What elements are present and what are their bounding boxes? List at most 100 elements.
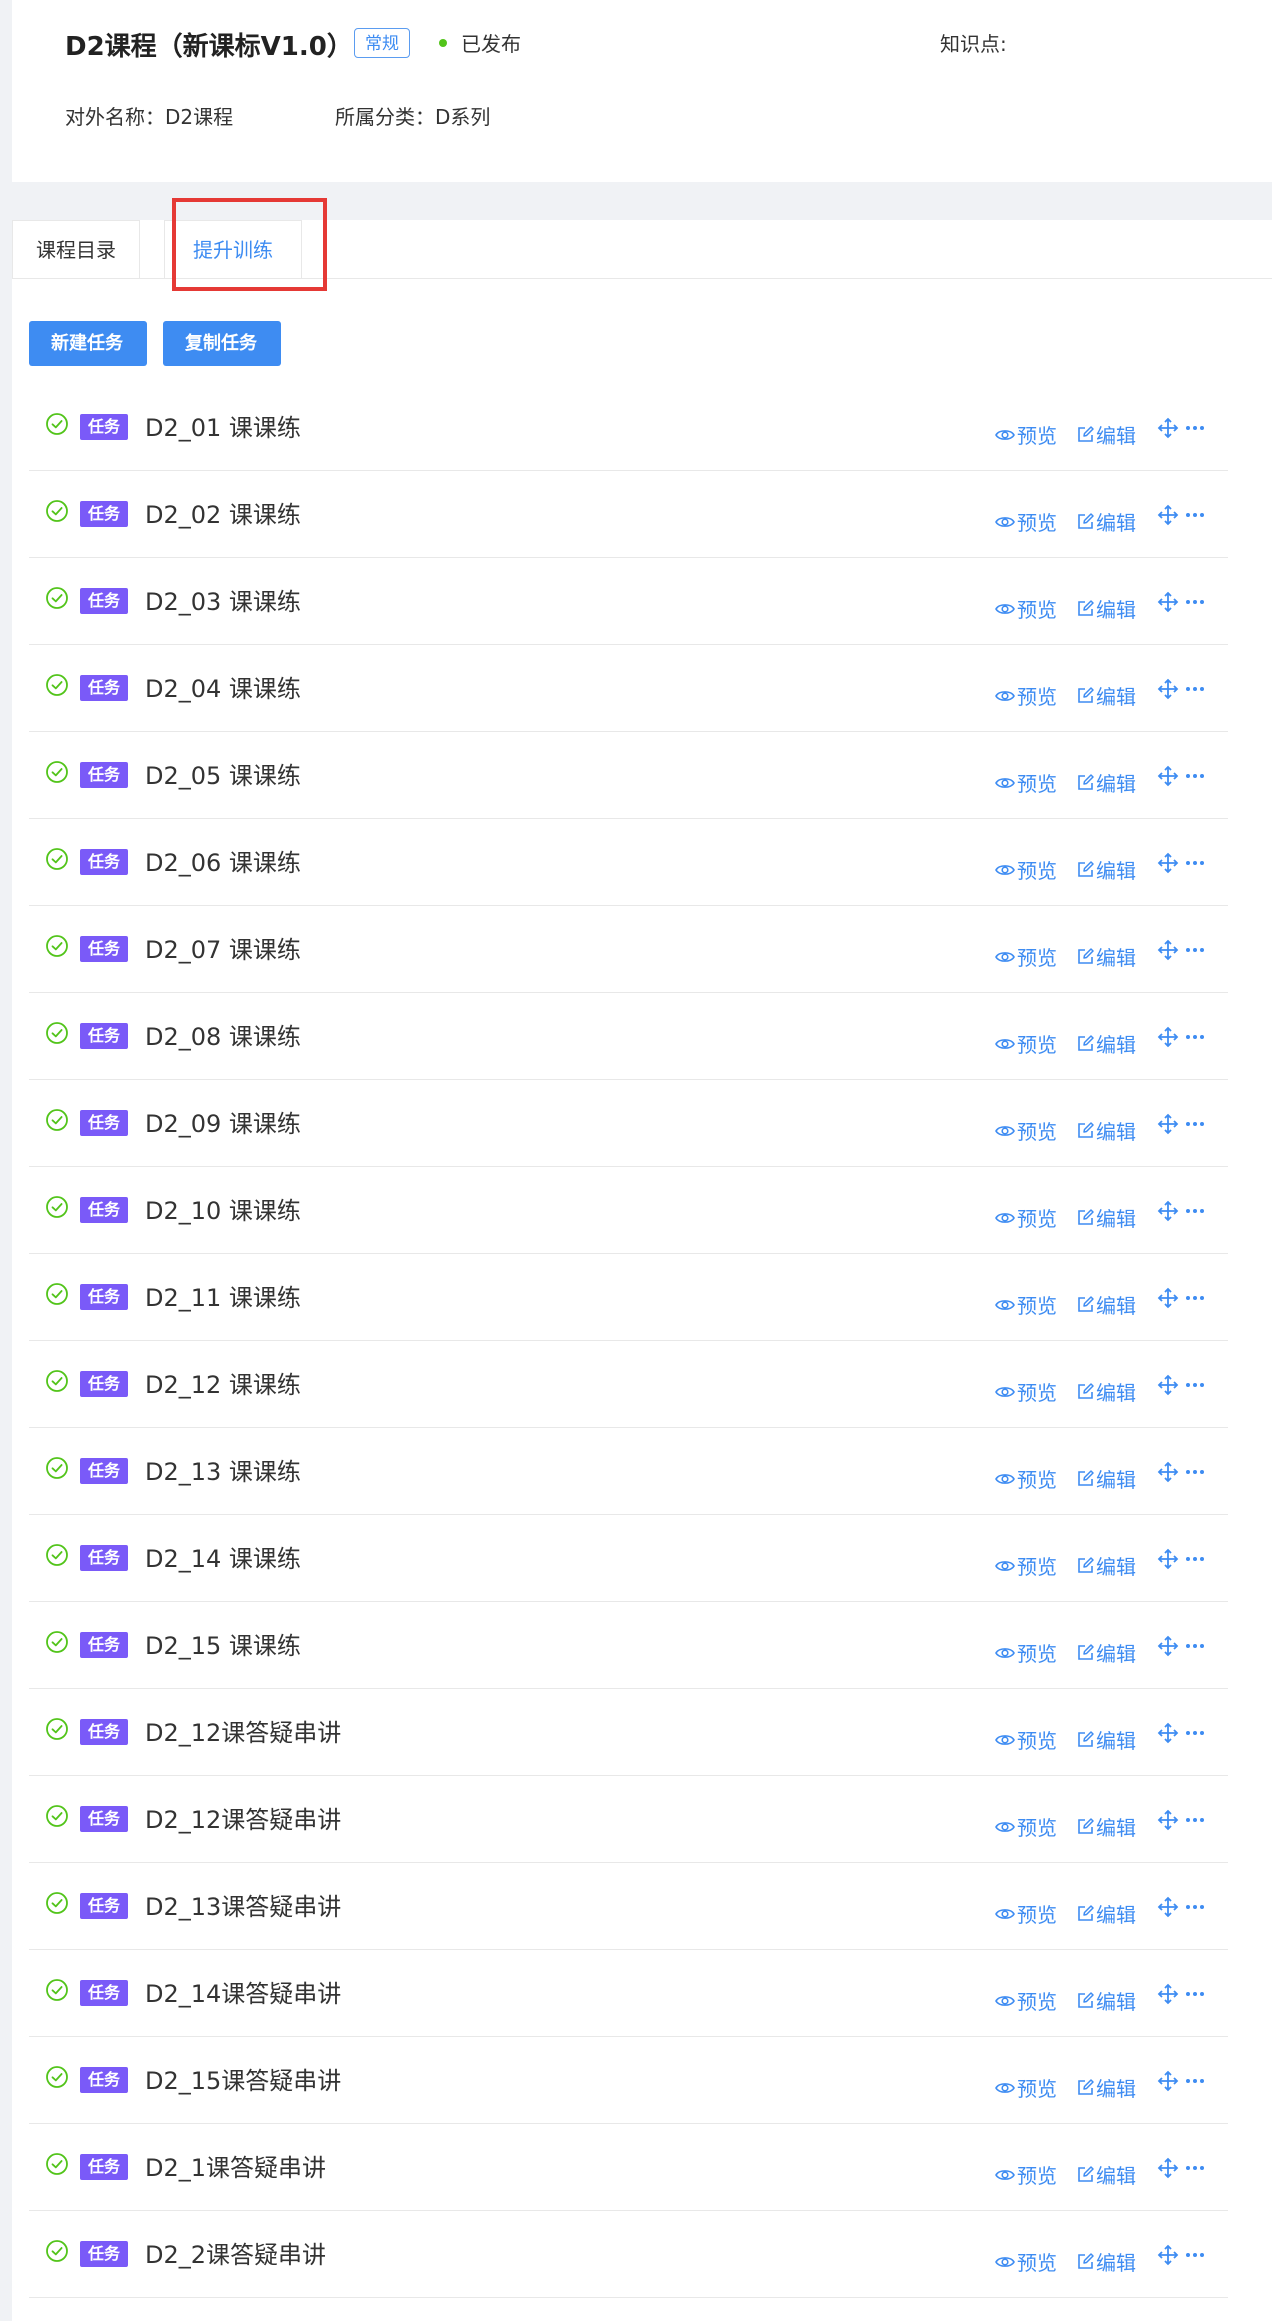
drag-handle[interactable] <box>1157 1374 1181 1396</box>
drag-handle[interactable] <box>1157 2244 1181 2266</box>
drag-handle[interactable] <box>1157 1461 1181 1483</box>
preview-link[interactable]: 预览 <box>995 1638 1057 1667</box>
more-menu[interactable] <box>1184 1983 1208 2005</box>
preview-link[interactable]: 预览 <box>995 2073 1057 2102</box>
drag-handle[interactable] <box>1157 939 1181 961</box>
edit-link[interactable]: 编辑 <box>1077 1029 1136 1058</box>
drag-handle[interactable] <box>1157 1635 1181 1657</box>
drag-handle[interactable] <box>1157 1983 1181 2005</box>
edit-link[interactable]: 编辑 <box>1077 2247 1136 2276</box>
drag-handle[interactable] <box>1157 1809 1181 1831</box>
task-row[interactable]: 任务 D2_15课答疑串讲 预览 编辑 <box>29 2037 1228 2124</box>
drag-handle[interactable] <box>1157 1200 1181 1222</box>
preview-link[interactable]: 预览 <box>995 1899 1057 1928</box>
task-name[interactable]: D2_12课答疑串讲 <box>145 1713 341 1748</box>
more-menu[interactable] <box>1184 1026 1208 1048</box>
task-row[interactable]: 任务 D2_14 课课练 预览 编辑 <box>29 1515 1228 1602</box>
drag-handle[interactable] <box>1157 2070 1181 2092</box>
more-menu[interactable] <box>1184 939 1208 961</box>
edit-link[interactable]: 编辑 <box>1077 594 1136 623</box>
preview-link[interactable]: 预览 <box>995 1464 1057 1493</box>
preview-link[interactable]: 预览 <box>995 594 1057 623</box>
task-name[interactable]: D2_06 课课练 <box>145 843 301 878</box>
preview-link[interactable]: 预览 <box>995 1986 1057 2015</box>
edit-link[interactable]: 编辑 <box>1077 1812 1136 1841</box>
edit-link[interactable]: 编辑 <box>1077 1203 1136 1232</box>
task-name[interactable]: D2_04 课课练 <box>145 669 301 704</box>
drag-handle[interactable] <box>1157 678 1181 700</box>
drag-handle[interactable] <box>1157 1548 1181 1570</box>
task-name[interactable]: D2_05 课课练 <box>145 756 301 791</box>
drag-handle[interactable] <box>1157 1026 1181 1048</box>
drag-handle[interactable] <box>1157 504 1181 526</box>
edit-link[interactable]: 编辑 <box>1077 1725 1136 1754</box>
more-menu[interactable] <box>1184 2244 1208 2266</box>
edit-link[interactable]: 编辑 <box>1077 1290 1136 1319</box>
more-menu[interactable] <box>1184 1287 1208 1309</box>
edit-link[interactable]: 编辑 <box>1077 1551 1136 1580</box>
task-row[interactable]: 任务 D2_12课答疑串讲 预览 编辑 <box>29 1776 1228 1863</box>
task-name[interactable]: D2_10 课课练 <box>145 1191 301 1226</box>
edit-link[interactable]: 编辑 <box>1077 681 1136 710</box>
more-menu[interactable] <box>1184 765 1208 787</box>
task-name[interactable]: D2_15课答疑串讲 <box>145 2061 341 2096</box>
more-menu[interactable] <box>1184 678 1208 700</box>
copy-task-button[interactable]: 复制任务 <box>163 321 281 366</box>
edit-link[interactable]: 编辑 <box>1077 1116 1136 1145</box>
preview-link[interactable]: 预览 <box>995 768 1057 797</box>
more-menu[interactable] <box>1184 591 1208 613</box>
task-row[interactable]: 任务 D2_11 课课练 预览 编辑 <box>29 1254 1228 1341</box>
task-row[interactable]: 任务 D2_01 课课练 预览 编辑 <box>29 384 1228 471</box>
drag-handle[interactable] <box>1157 1722 1181 1744</box>
task-name[interactable]: D2_14课答疑串讲 <box>145 1974 341 2009</box>
task-row[interactable]: 任务 D2_05 课课练 预览 编辑 <box>29 732 1228 819</box>
more-menu[interactable] <box>1184 852 1208 874</box>
task-row[interactable]: 任务 D2_03 课课练 预览 编辑 <box>29 558 1228 645</box>
more-menu[interactable] <box>1184 1374 1208 1396</box>
more-menu[interactable] <box>1184 1548 1208 1570</box>
more-menu[interactable] <box>1184 417 1208 439</box>
more-menu[interactable] <box>1184 1896 1208 1918</box>
more-menu[interactable] <box>1184 2157 1208 2179</box>
task-name[interactable]: D2_2课答疑串讲 <box>145 2235 326 2270</box>
preview-link[interactable]: 预览 <box>995 2160 1057 2189</box>
preview-link[interactable]: 预览 <box>995 1377 1057 1406</box>
task-row[interactable]: 任务 D2_10 课课练 预览 编辑 <box>29 1167 1228 1254</box>
task-name[interactable]: D2_13课答疑串讲 <box>145 1887 341 1922</box>
preview-link[interactable]: 预览 <box>995 855 1057 884</box>
task-name[interactable]: D2_12 课课练 <box>145 1365 301 1400</box>
preview-link[interactable]: 预览 <box>995 1812 1057 1841</box>
task-row[interactable]: 任务 D2_15 课课练 预览 编辑 <box>29 1602 1228 1689</box>
more-menu[interactable] <box>1184 1722 1208 1744</box>
edit-link[interactable]: 编辑 <box>1077 1638 1136 1667</box>
drag-handle[interactable] <box>1157 2157 1181 2179</box>
preview-link[interactable]: 预览 <box>995 681 1057 710</box>
more-menu[interactable] <box>1184 1113 1208 1135</box>
edit-link[interactable]: 编辑 <box>1077 1464 1136 1493</box>
tab-improvement-training[interactable]: 提升训练 <box>164 220 302 278</box>
edit-link[interactable]: 编辑 <box>1077 420 1136 449</box>
drag-handle[interactable] <box>1157 765 1181 787</box>
edit-link[interactable]: 编辑 <box>1077 2073 1136 2102</box>
edit-link[interactable]: 编辑 <box>1077 2160 1136 2189</box>
drag-handle[interactable] <box>1157 591 1181 613</box>
task-name[interactable]: D2_03 课课练 <box>145 582 301 617</box>
more-menu[interactable] <box>1184 2070 1208 2092</box>
task-row[interactable]: 任务 D2_04 课课练 预览 编辑 <box>29 645 1228 732</box>
preview-link[interactable]: 预览 <box>995 507 1057 536</box>
edit-link[interactable]: 编辑 <box>1077 768 1136 797</box>
task-name[interactable]: D2_1课答疑串讲 <box>145 2148 326 2183</box>
preview-link[interactable]: 预览 <box>995 1203 1057 1232</box>
task-row[interactable]: 任务 D2_14课答疑串讲 预览 编辑 <box>29 1950 1228 2037</box>
task-row[interactable]: 任务 D2_09 课课练 预览 编辑 <box>29 1080 1228 1167</box>
task-name[interactable]: D2_11 课课练 <box>145 1278 301 1313</box>
preview-link[interactable]: 预览 <box>995 1116 1057 1145</box>
task-row[interactable]: 任务 D2_06 课课练 预览 编辑 <box>29 819 1228 906</box>
preview-link[interactable]: 预览 <box>995 1290 1057 1319</box>
task-name[interactable]: D2_02 课课练 <box>145 495 301 530</box>
more-menu[interactable] <box>1184 504 1208 526</box>
edit-link[interactable]: 编辑 <box>1077 1986 1136 2015</box>
task-name[interactable]: D2_07 课课练 <box>145 930 301 965</box>
drag-handle[interactable] <box>1157 1896 1181 1918</box>
task-name[interactable]: D2_15 课课练 <box>145 1626 301 1661</box>
